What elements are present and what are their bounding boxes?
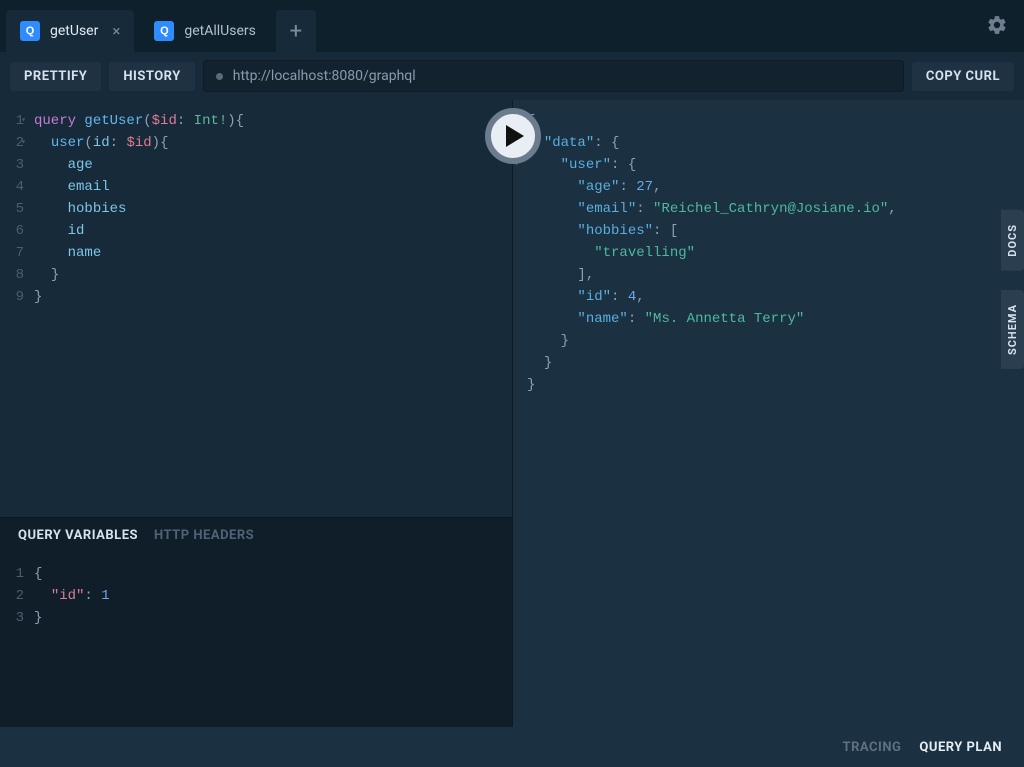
execute-button[interactable] bbox=[485, 108, 541, 164]
tab-label: getUser bbox=[50, 23, 98, 39]
copy-curl-button[interactable]: COPY CURL bbox=[912, 62, 1014, 91]
tab-query-variables[interactable]: QUERY VARIABLES bbox=[18, 528, 138, 543]
fold-icon[interactable]: ▾ bbox=[21, 132, 26, 154]
gear-icon[interactable] bbox=[986, 14, 1008, 42]
main-panes: 1▾ 2▾ 3 4 5 6 7 8 9 query getUser($id: I… bbox=[0, 100, 1024, 727]
docs-tab[interactable]: DOCS bbox=[1001, 210, 1024, 271]
close-icon[interactable]: × bbox=[112, 22, 120, 40]
response-pane: ▾ ▾ ▾ { "data": { "user": { "age": 27, "… bbox=[512, 100, 1024, 727]
line-gutter: 1 2 3 bbox=[0, 563, 34, 629]
history-button[interactable]: HISTORY bbox=[109, 62, 194, 91]
tab-http-headers[interactable]: HTTP HEADERS bbox=[154, 528, 254, 543]
prettify-button[interactable]: PRETTIFY bbox=[10, 62, 101, 91]
line-gutter: 1▾ 2▾ 3 4 5 6 7 8 9 bbox=[0, 110, 34, 517]
query-editor[interactable]: 1▾ 2▾ 3 4 5 6 7 8 9 query getUser($id: I… bbox=[0, 100, 512, 517]
fold-icon[interactable]: ▾ bbox=[21, 110, 26, 132]
response-code[interactable]: { "data": { "user": { "age": 27, "email"… bbox=[527, 110, 897, 727]
toolbar: PRETTIFY HISTORY http://localhost:8080/g… bbox=[0, 52, 1024, 100]
query-icon: Q bbox=[154, 21, 174, 41]
variables-tabs: QUERY VARIABLES HTTP HEADERS bbox=[0, 518, 512, 553]
tab-label: getAllUsers bbox=[184, 23, 256, 39]
status-dot-icon bbox=[216, 73, 223, 80]
tab-tracing[interactable]: TRACING bbox=[843, 740, 902, 755]
variables-code[interactable]: { "id": 1 } bbox=[34, 563, 110, 629]
variables-editor[interactable]: 1 2 3 { "id": 1 } bbox=[0, 553, 512, 629]
tab-getallusers[interactable]: Q getAllUsers bbox=[140, 10, 270, 52]
variables-pane: QUERY VARIABLES HTTP HEADERS 1 2 3 { "id… bbox=[0, 517, 512, 727]
query-pane: 1▾ 2▾ 3 4 5 6 7 8 9 query getUser($id: I… bbox=[0, 100, 512, 727]
fold-gutter: ▾ ▾ ▾ bbox=[513, 110, 527, 727]
tabs-bar: Q getUser × Q getAllUsers + bbox=[0, 0, 1024, 52]
query-code[interactable]: query getUser($id: Int!){ user(id: $id){… bbox=[34, 110, 244, 517]
tab-query-plan[interactable]: QUERY PLAN bbox=[919, 740, 1002, 755]
endpoint-input[interactable]: http://localhost:8080/graphql bbox=[203, 60, 904, 92]
new-tab-button[interactable]: + bbox=[276, 10, 316, 52]
schema-tab[interactable]: SCHEMA bbox=[1001, 290, 1024, 369]
endpoint-url: http://localhost:8080/graphql bbox=[233, 68, 416, 84]
footer-tabs: TRACING QUERY PLAN bbox=[0, 727, 1024, 767]
tab-getuser[interactable]: Q getUser × bbox=[6, 10, 134, 52]
query-icon: Q bbox=[20, 21, 40, 41]
